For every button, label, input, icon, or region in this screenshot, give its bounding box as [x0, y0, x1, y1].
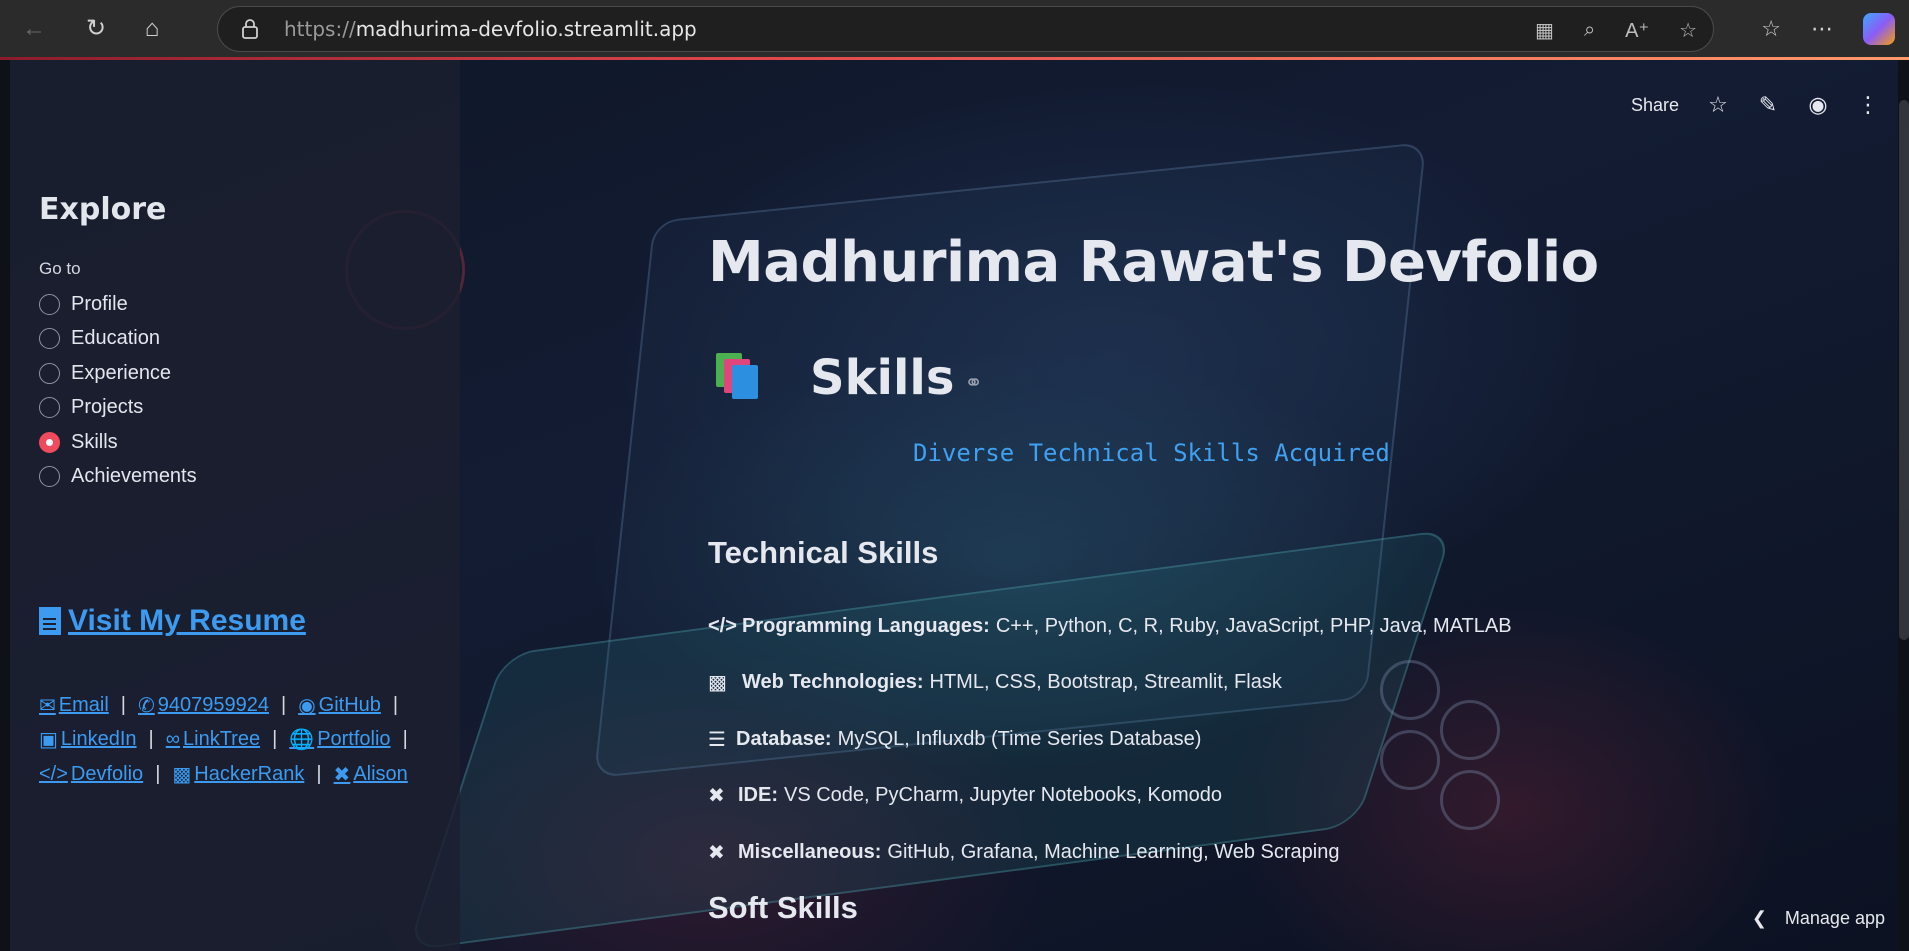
main-menu-icon[interactable]: ⋮ [1857, 92, 1879, 118]
share-button[interactable]: Share [1631, 95, 1679, 116]
favorites-icon[interactable]: ☆ [1761, 16, 1781, 42]
browser-toolbar: ← ↻ ⌂ https://madhurima-devfolio.streaml… [0, 0, 1909, 57]
database-icon: ☰ [708, 728, 726, 751]
skill-row: ☰ Database: MySQL, Influxdb (Time Series… [708, 727, 1202, 751]
portfolio-link[interactable]: 🌐 Portfolio [289, 727, 390, 752]
back-icon[interactable]: ← [0, 0, 68, 57]
file-text-icon [39, 607, 61, 635]
radio-group-label: Go to [39, 259, 81, 278]
phone-icon: ✆ [137, 694, 155, 717]
page-title: Madhurima Rawat's Devfolio [708, 230, 1599, 295]
read-aloud-icon[interactable]: A⁺ [1625, 18, 1649, 43]
radio-item-profile[interactable]: Profile [39, 287, 197, 322]
laptop-code-icon: ▩ [172, 763, 192, 786]
skill-row: ✖ Miscellaneous: GitHub, Grafana, Machin… [708, 840, 1340, 864]
github-link[interactable]: ◉ GitHub [298, 693, 381, 718]
link-anchor-icon[interactable]: ⚭ [964, 370, 982, 396]
hackerrank-link[interactable]: ▩ HackerRank [172, 762, 304, 787]
favorite-star-icon[interactable]: ☆ [1679, 18, 1697, 43]
lock-icon [242, 19, 258, 39]
home-icon[interactable]: ⌂ [124, 0, 180, 57]
phone-link[interactable]: ✆ 9407959924 [138, 693, 269, 718]
skill-row: ✖ IDE: VS Code, PyCharm, Jupyter Noteboo… [708, 784, 1222, 808]
zoom-out-icon[interactable]: ⌕ [1584, 19, 1595, 42]
sidebar-heading: Explore [39, 192, 167, 227]
manage-app-button[interactable]: ❮ Manage app [1752, 908, 1885, 929]
radio-item-projects[interactable]: Projects [39, 391, 197, 426]
soft-skills-heading: Soft Skills [708, 890, 858, 925]
skill-list: </> Programming Languages: C++, Python, … [708, 598, 1512, 881]
tools-icon: ✖ [708, 785, 725, 808]
email-link[interactable]: ✉ Email [39, 693, 109, 718]
github-icon[interactable]: ◉ [1807, 92, 1829, 118]
star-icon[interactable]: ☆ [1707, 92, 1729, 118]
linkedin-icon: ▣ [39, 729, 58, 752]
radio-button[interactable] [39, 293, 60, 315]
app-toolbar: Share ☆ ✎ ◉ ⋮ [1631, 92, 1879, 118]
nav-radio-group: Profile Education Experience Projects Sk… [39, 287, 197, 494]
section-header: Skills ⚭ [708, 350, 983, 406]
section-title: Skills [810, 350, 955, 406]
code-icon: </> [708, 614, 737, 637]
section-subtitle: Diverse Technical Skills Acquired [913, 439, 1390, 467]
radio-button[interactable] [39, 466, 60, 488]
app-available-icon[interactable]: ▦ [1535, 18, 1554, 43]
radio-item-achievements[interactable]: Achievements [39, 460, 197, 495]
screwdriver-wrench-icon: ✖ [708, 841, 725, 864]
linktree-link[interactable]: ∞ LinkTree [166, 728, 260, 751]
radio-button-selected[interactable] [39, 431, 60, 453]
separator: | [280, 693, 287, 716]
radio-button[interactable] [39, 328, 60, 350]
radio-button[interactable] [39, 362, 60, 384]
link-icon: ∞ [165, 728, 180, 751]
separator: | [392, 693, 399, 716]
chevron-left-icon: ❮ [1751, 908, 1767, 928]
scrollbar[interactable] [1899, 100, 1909, 640]
separator: | [155, 762, 161, 785]
edit-pencil-icon[interactable]: ✎ [1757, 92, 1779, 118]
radio-item-skills[interactable]: Skills [39, 425, 197, 460]
social-links: ✉ Email | ✆ 9407959924 | ◉ GitHub | ▣ Linked… [39, 688, 449, 792]
sidebar: Explore Go to Profile Education Experien… [10, 60, 460, 951]
separator: | [316, 762, 322, 785]
separator: | [272, 728, 278, 751]
technical-skills-heading: Technical Skills [708, 535, 939, 570]
more-options-icon[interactable]: ⋯ [1811, 16, 1833, 42]
separator: | [148, 728, 154, 751]
separator: | [120, 693, 126, 716]
main-content: Madhurima Rawat's Devfolio Skills ⚭ Dive… [708, 230, 1708, 925]
url-text: https://madhurima-devfolio.streamlit.app [284, 17, 697, 41]
tools-icon: ✖ [333, 763, 351, 786]
radio-item-education[interactable]: Education [39, 322, 197, 357]
code-icon: </> [39, 762, 68, 785]
skill-row: ▩ Web Technologies: HTML, CSS, Bootstrap… [708, 671, 1282, 695]
address-bar[interactable]: https://madhurima-devfolio.streamlit.app… [217, 6, 1714, 52]
radio-button[interactable] [39, 397, 60, 419]
radio-item-experience[interactable]: Experience [39, 356, 197, 391]
globe-icon: 🌐 [289, 729, 315, 752]
skill-row: </> Programming Languages: C++, Python, … [708, 614, 1512, 637]
separator: | [402, 728, 408, 751]
refresh-icon[interactable]: ↻ [68, 0, 124, 57]
books-icon [708, 353, 764, 403]
linkedin-link[interactable]: ▣ LinkedIn [39, 727, 137, 752]
alison-link[interactable]: ✖ Alison [334, 762, 408, 787]
github-icon: ◉ [298, 694, 316, 717]
resume-link[interactable]: Visit My Resume [39, 604, 306, 638]
envelope-icon: ✉ [39, 694, 56, 717]
laptop-code-icon: ▩ [708, 672, 727, 695]
devfolio-link[interactable]: </> Devfolio [39, 763, 143, 786]
copilot-icon[interactable] [1863, 12, 1895, 45]
